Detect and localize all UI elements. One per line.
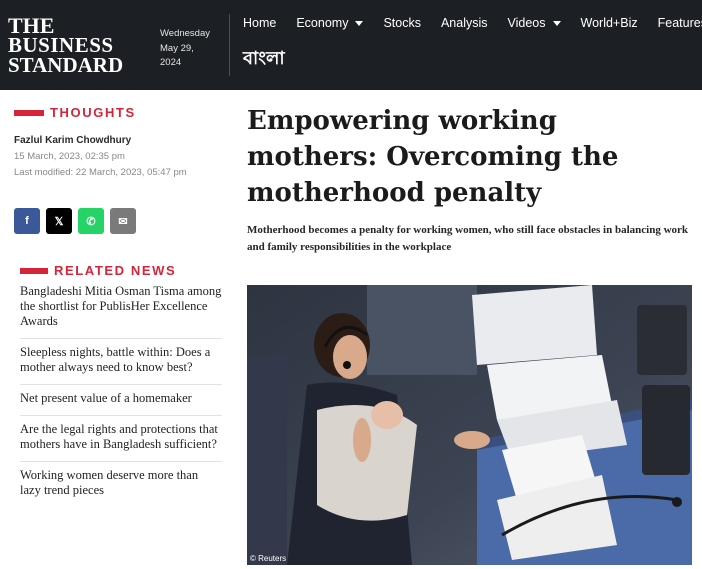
nav-item-stocks[interactable]: Stocks [383,16,421,30]
nav-item-analysis[interactable]: Analysis [441,16,488,30]
related-news-item[interactable]: Sleepless nights, battle within: Does a … [20,339,222,385]
share-buttons: f 𝕏 ✆ ✉ [14,208,142,234]
section-marker [14,109,44,116]
nav-item-videos[interactable]: Videos [508,16,561,30]
bangla-edition-link[interactable]: বাংলা [243,44,285,75]
whatsapp-share-button[interactable]: ✆ [78,208,104,234]
related-news-item[interactable]: Net present value of a homemaker [20,385,222,416]
modified-date: Last modified: 22 March, 2023, 05:47 pm [14,167,187,178]
x-share-button[interactable]: 𝕏 [46,208,72,234]
email-icon: ✉ [118,215,128,228]
section-header-thoughts: THOUGHTS [14,105,136,120]
article-photo: © Reuters [247,285,692,565]
article-headline: Empowering working mothers: Overcoming t… [247,106,619,208]
logo-line-3: STANDARD [8,52,124,77]
nav-item-world-biz[interactable]: World+Biz [581,16,638,30]
whatsapp-icon: ✆ [86,215,96,228]
nav-item-home[interactable]: Home [243,16,276,30]
article-summary: Motherhood becomes a penalty for working… [247,224,689,253]
site-logo[interactable]: THE BUSINESS STANDARD [8,14,124,77]
x-icon: 𝕏 [54,215,64,228]
nav-item-label: Videos [507,16,546,30]
related-news-item[interactable]: Bangladeshi Mitia Osman Tisma among the … [20,278,222,339]
related-news-label: RELATED NEWS [54,263,177,278]
section-header-related: RELATED NEWS [20,263,176,278]
nav-item-label: Home [243,16,277,30]
email-share-button[interactable]: ✉ [110,208,136,234]
chevron-down-icon [355,20,364,26]
facebook-share-button[interactable]: f [14,208,40,234]
site-header: THE BUSINESS STANDARD Wednesday May 29, … [0,0,702,90]
author-name[interactable]: Fazlul Karim Chowdhury [14,135,131,146]
nav-item-label: Features [657,16,702,30]
header-divider [229,14,230,76]
nav-item-economy[interactable]: Economy [296,16,364,30]
nav-item-label: Analysis [440,16,488,30]
related-marker [20,267,48,274]
header-date: Wednesday May 29, 2024 [160,27,210,71]
photo-credit: © Reuters [250,554,287,563]
nav-item-label: World+Biz [580,16,638,30]
nav-item-label: Stocks [383,16,421,30]
related-news-item[interactable]: Working women deserve more than lazy tre… [20,462,222,507]
nav-item-features[interactable]: Features [658,16,702,30]
date-day: May 29, [160,42,194,54]
related-news-list: Bangladeshi Mitia Osman Tisma among the … [20,278,222,507]
main-nav: Home Economy Stocks Analysis Videos World+Biz… [243,16,702,30]
date-year: 2024 [160,57,182,68]
related-news-item[interactable]: Are the legal rights and protections tha… [20,416,222,462]
facebook-icon: f [25,215,29,227]
nav-item-label: Economy [296,16,349,30]
photo-illustration [247,285,692,565]
chevron-down-icon [552,20,561,26]
date-weekday: Wednesday [160,28,210,39]
published-date: 15 March, 2023, 02:35 pm [14,151,125,162]
section-label[interactable]: THOUGHTS [50,105,136,120]
